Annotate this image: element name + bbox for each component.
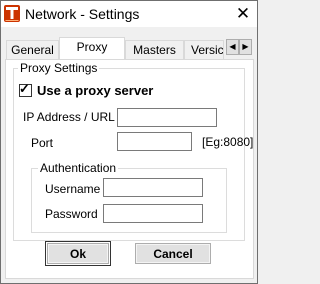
ip-address-label: IP Address / URL [23,110,115,124]
cancel-button-label: Cancel [153,247,193,261]
tab-scroll-right-button[interactable]: ▶ [239,39,252,55]
password-input[interactable] [103,204,203,223]
arrow-left-icon: ◀ [229,42,236,51]
use-proxy-label: Use a proxy server [37,83,154,98]
title-bar: Network - Settings ✕ [1,1,257,27]
port-hint: [Eg:8080] [202,135,254,149]
password-label: Password [45,207,98,221]
close-icon: ✕ [235,4,251,23]
tab-label: Versic [191,43,224,57]
tab-scroll-left-button[interactable]: ◀ [226,39,239,55]
arrow-right-icon: ▶ [242,42,249,51]
port-input[interactable] [117,132,192,151]
proxy-settings-group-title: Proxy Settings [18,61,100,75]
username-input[interactable] [103,178,203,197]
use-proxy-checkbox[interactable]: ✓ [19,81,32,97]
cancel-button[interactable]: Cancel [135,243,211,264]
tab-general[interactable]: General [6,40,59,60]
tab-proxy[interactable]: Proxy [59,37,125,59]
tally-logo-icon [4,5,20,22]
ok-button-label: Ok [69,247,86,261]
checkmark-icon: ✓ [19,81,30,96]
tab-label: Masters [133,43,176,57]
tab-label: General [11,43,54,57]
port-label: Port [31,136,54,150]
close-button[interactable]: ✕ [232,3,254,25]
ip-address-input[interactable] [117,108,217,127]
tab-masters[interactable]: Masters [125,40,184,60]
username-label: Username [45,182,101,196]
tab-label: Proxy [76,40,108,54]
window-title: Network - Settings [25,6,140,22]
ok-button[interactable]: Ok [47,243,109,264]
tab-version[interactable]: Versic [184,40,224,59]
proxy-tab-panel: Proxy Settings ✓ Use a proxy server IP A… [5,59,254,279]
authentication-group-title: Authentication [38,161,119,175]
settings-window: Network - Settings ✕ General Proxy Maste… [0,0,258,284]
